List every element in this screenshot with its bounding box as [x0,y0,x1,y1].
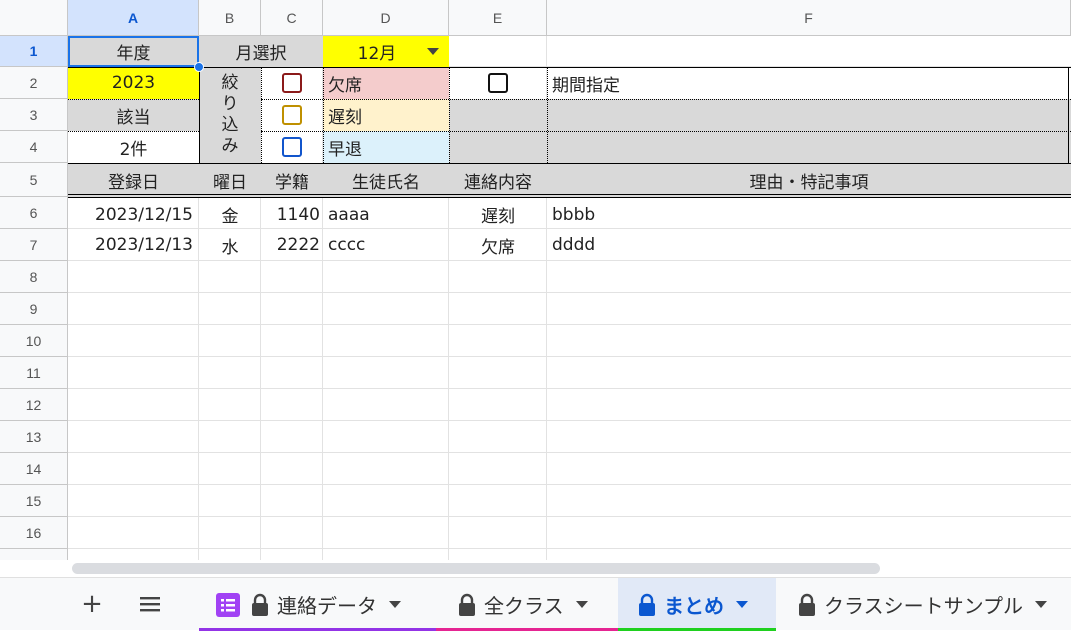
column-header-e[interactable]: E [449,0,547,36]
header-registered-date[interactable]: 登録日 [68,163,199,197]
match-label-cell[interactable]: 該当 [68,99,199,131]
row-header-7[interactable]: 7 [0,229,68,261]
column-header-d[interactable]: D [323,0,449,36]
column-header-c[interactable]: C [261,0,323,36]
table-cell-weekday[interactable]: 金 [199,200,261,229]
narrow-down-label[interactable]: 絞 り 込 み [199,67,261,163]
late-checkbox[interactable] [282,105,302,125]
tab-contact-data[interactable]: 連絡データ [199,578,436,631]
row-header-14[interactable]: 14 [0,453,68,485]
tab-all-classes[interactable]: 全クラス [436,578,618,631]
row-header-1[interactable]: 1 [0,36,68,67]
form-icon [216,592,240,617]
horizontal-scrollbar-thumb[interactable] [72,563,880,574]
all-sheets-button[interactable] [138,592,162,616]
late-checkbox-cell[interactable] [261,99,323,131]
early-leave-checkbox[interactable] [282,137,302,157]
row-header-12[interactable]: 12 [0,389,68,421]
chevron-down-icon[interactable] [736,601,748,608]
late-option-label[interactable]: 遅刻 [323,99,449,131]
select-all-corner[interactable] [0,0,68,36]
table-cell-date[interactable]: 2023/12/13 [68,229,199,261]
chevron-down-icon[interactable] [1035,601,1047,608]
menu-icon [140,597,160,612]
tab-summary[interactable]: まとめ [618,578,776,631]
table-cell-reason[interactable]: dddd [547,229,1071,261]
header-student-name[interactable]: 生徒氏名 [323,163,449,197]
early-leave-option-label[interactable]: 早退 [323,131,449,163]
lock-icon [799,593,815,616]
row-header-15[interactable]: 15 [0,485,68,517]
row-header-17[interactable] [0,549,68,560]
dropdown-arrow-icon [427,48,439,55]
chevron-down-icon[interactable] [575,601,588,608]
chevron-down-icon[interactable] [389,601,401,608]
row-header-11[interactable]: 11 [0,357,68,389]
column-header-f[interactable]: F [547,0,1071,36]
spreadsheet-grid[interactable]: A B C D E F 1 2 3 4 5 6 7 8 9 10 11 12 1… [0,0,1071,560]
tab-label: 全クラス [484,594,564,618]
absent-option-label[interactable]: 欠席 [323,67,449,99]
row-header-10[interactable]: 10 [0,325,68,357]
absent-checkbox-cell[interactable] [261,67,323,99]
lock-icon [459,593,475,616]
period-checkbox[interactable] [488,73,508,93]
row-header-4[interactable]: 4 [0,131,68,163]
year-value-cell[interactable]: 2023 [68,67,199,99]
table-cell-reason[interactable]: bbbb [547,200,1071,229]
table-cell-student-name[interactable]: aaaa [323,200,449,229]
row-header-6[interactable]: 6 [0,197,68,229]
narrow-char: 絞 [221,73,239,93]
row-header-5[interactable]: 5 [0,163,68,197]
tab-label: 連絡データ [277,594,377,618]
tab-class-sheet-sample[interactable]: クラスシートサンプル [776,578,1071,631]
month-select-value: 12月 [357,44,397,64]
add-sheet-button[interactable]: + [80,589,104,619]
table-cell-contact-type[interactable]: 遅刻 [449,200,547,229]
narrow-char: 込 [221,115,239,135]
table-cell-date[interactable]: 2023/12/15 [68,200,199,229]
table-cell-contact-type[interactable]: 欠席 [449,229,547,261]
lock-icon [252,593,268,616]
table-cell-weekday[interactable]: 水 [199,229,261,261]
row-header-3[interactable]: 3 [0,99,68,131]
lock-icon [639,593,655,616]
header-contact-type[interactable]: 連絡内容 [449,163,547,197]
row-header-2[interactable]: 2 [0,67,68,99]
period-label[interactable]: 期間指定 [547,67,1071,99]
narrow-char: み [221,136,239,156]
absent-checkbox[interactable] [282,73,302,93]
row-header-16[interactable]: 16 [0,517,68,549]
row-header-9[interactable]: 9 [0,293,68,325]
early-leave-checkbox-cell[interactable] [261,131,323,163]
table-cell-student-id[interactable]: 1140 [261,200,323,229]
header-reason-notes[interactable]: 理由・特記事項 [547,163,1071,197]
row-header-13[interactable]: 13 [0,421,68,453]
active-cell-selection [68,36,199,67]
table-cell-student-id[interactable]: 2222 [261,229,323,261]
header-weekday[interactable]: 曜日 [199,163,261,197]
column-header-a[interactable]: A [68,0,199,36]
table-cell-student-name[interactable]: cccc [323,229,449,261]
narrow-char: り [221,94,239,114]
tab-label: クラスシートサンプル [824,594,1023,618]
row-header-8[interactable]: 8 [0,261,68,293]
month-select-dropdown[interactable]: 12月 [323,36,449,67]
column-header-b[interactable]: B [199,0,261,36]
header-student-id[interactable]: 学籍 [261,163,323,197]
sheet-tab-bar: + 連絡データ 全クラス まとめ クラスシートサンプル [0,577,1071,631]
tab-label: まとめ [664,594,724,618]
plus-icon: + [81,589,103,619]
period-checkbox-cell[interactable] [449,67,547,99]
match-count-cell[interactable]: 2件 [68,131,199,163]
selection-handle[interactable] [194,62,204,72]
month-label-cell[interactable]: 月選択 [199,36,323,67]
